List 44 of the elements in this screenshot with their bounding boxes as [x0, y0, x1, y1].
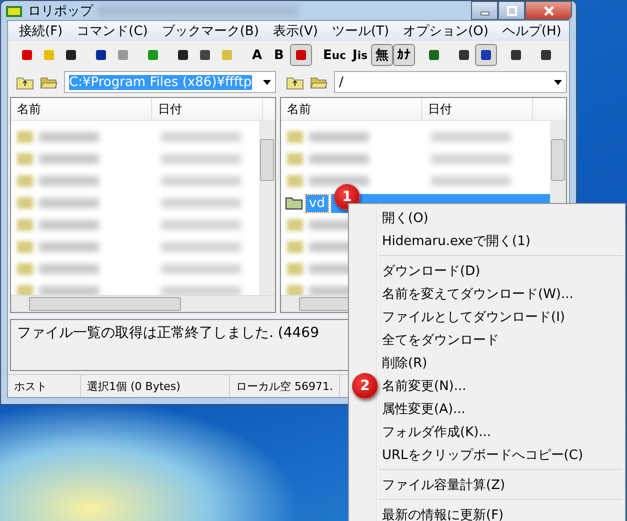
caret-icon: [263, 80, 271, 84]
context-menu-item[interactable]: 開く(O): [382, 208, 428, 226]
status-text: ホスト: [8, 375, 81, 397]
menu-item[interactable]: 接続(F): [12, 22, 70, 40]
vertical-scrollbar[interactable]: [259, 121, 275, 295]
menu-item[interactable]: ヘルプ(H): [495, 22, 568, 40]
context-menu-item[interactable]: ファイル容量計算(Z): [382, 476, 506, 494]
folder-icon: [285, 196, 303, 210]
column-header[interactable]: 日付: [152, 98, 263, 120]
menu-item[interactable]: 表示(V): [266, 22, 325, 40]
menu-item[interactable]: オプション(O): [396, 22, 496, 40]
context-menu-item[interactable]: 最新の情報に更新(F): [382, 506, 504, 521]
context-menu-item[interactable]: フォルダ作成(K)...: [382, 422, 492, 440]
context-menu-item[interactable]: 全てをダウンロード: [382, 330, 499, 348]
step-badge: 2: [352, 373, 378, 399]
toolbar-button[interactable]: B: [268, 44, 290, 66]
toolbar-button[interactable]: ｶﾅ: [393, 44, 416, 66]
window-title: ロリポップ: [28, 2, 93, 20]
status-text: 選択1個 (0 Bytes): [81, 375, 230, 397]
context-menu-item[interactable]: 削除(R): [382, 354, 428, 372]
close-button[interactable]: [525, 1, 572, 20]
minimize-button[interactable]: [471, 1, 498, 20]
menu-item[interactable]: コマンド(C): [70, 22, 155, 40]
maximize-button[interactable]: [498, 1, 525, 20]
context-menu-item[interactable]: 属性変更(A)...: [382, 400, 466, 418]
toolbar-button[interactable]: A: [246, 44, 268, 66]
context-menu-item[interactable]: URLをクリップボードへコピー(C): [382, 446, 584, 464]
column-header[interactable]: 名前: [11, 98, 152, 120]
context-menu-item[interactable]: 名前を変えてダウンロード(W)...: [382, 284, 574, 302]
caret-icon: [554, 80, 562, 84]
context-menu-item[interactable]: Hidemaru.exeで開く(1): [382, 232, 530, 250]
column-header[interactable]: 日付: [422, 98, 533, 120]
menu-item[interactable]: ツール(T): [324, 22, 396, 40]
horizontal-scrollbar[interactable]: [11, 295, 275, 312]
menu-item[interactable]: ブックマーク(B): [154, 22, 266, 40]
context-menu-item[interactable]: 名前変更(N)...: [382, 376, 466, 394]
context-menu-item[interactable]: ダウンロード(D): [382, 262, 480, 280]
status-text: ローカル空 56971.: [230, 375, 340, 397]
path-dropdown[interactable]: /: [334, 71, 567, 93]
close-icon: [542, 6, 554, 16]
toolbar-button[interactable]: 無: [371, 44, 394, 66]
maximize-icon: [506, 6, 516, 16]
column-header[interactable]: 名前: [281, 98, 422, 120]
toolbar-icon[interactable]: [475, 44, 498, 66]
